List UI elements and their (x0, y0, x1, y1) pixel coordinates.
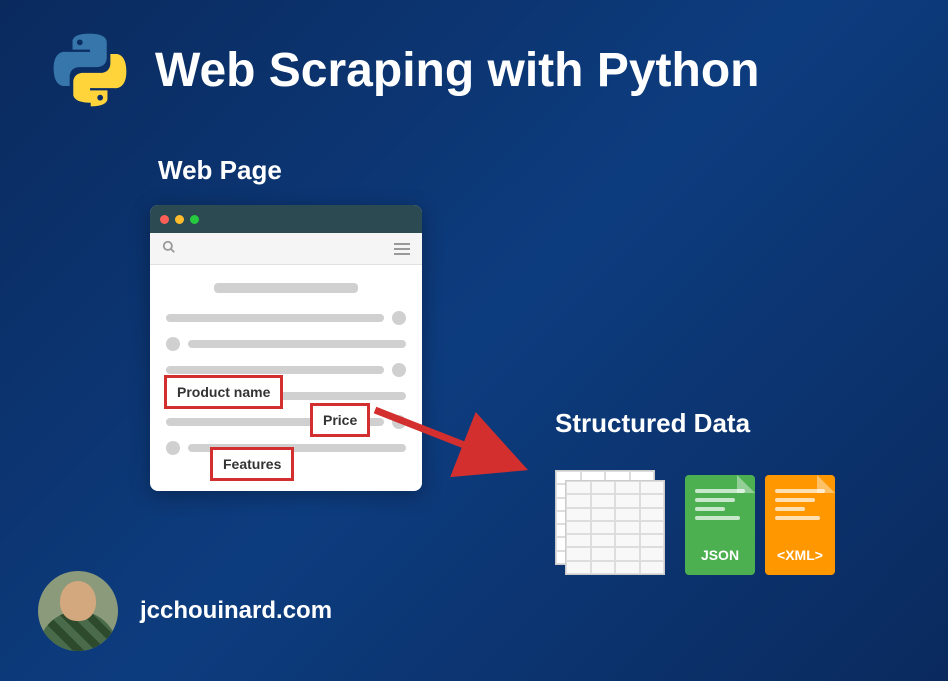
content-placeholder-dot (392, 311, 406, 325)
arrow-icon (370, 400, 530, 480)
header: Web Scraping with Python (0, 0, 948, 130)
highlight-features: Features (210, 447, 294, 481)
xml-file-icon: <XML> (765, 475, 835, 575)
webpage-label: Web Page (158, 155, 282, 186)
browser-titlebar (150, 205, 422, 233)
python-logo-icon (50, 30, 130, 110)
content-placeholder-bar (188, 340, 406, 348)
content-placeholder-bar (214, 283, 358, 293)
window-min-dot-icon (175, 215, 184, 224)
highlight-product-name: Product name (164, 375, 283, 409)
structured-data-label: Structured Data (555, 408, 750, 439)
author-avatar (38, 571, 118, 651)
json-file-icon: JSON (685, 475, 755, 575)
site-url: jcchouinard.com (140, 597, 332, 625)
spreadsheet-icon (555, 470, 675, 575)
hamburger-menu-icon (394, 243, 410, 255)
window-close-dot-icon (160, 215, 169, 224)
page-title: Web Scraping with Python (155, 43, 759, 98)
search-icon (162, 240, 176, 257)
xml-file-label: <XML> (777, 547, 823, 563)
content-placeholder-dot (166, 441, 180, 455)
content-placeholder-bar (166, 314, 384, 322)
content-placeholder-dot (166, 337, 180, 351)
content-placeholder-dot (392, 363, 406, 377)
json-file-label: JSON (701, 547, 739, 563)
highlight-price: Price (310, 403, 370, 437)
browser-toolbar (150, 233, 422, 265)
footer: jcchouinard.com (38, 571, 332, 651)
file-icons-group: JSON <XML> (555, 470, 835, 575)
window-max-dot-icon (190, 215, 199, 224)
content-placeholder-bar (166, 366, 384, 374)
